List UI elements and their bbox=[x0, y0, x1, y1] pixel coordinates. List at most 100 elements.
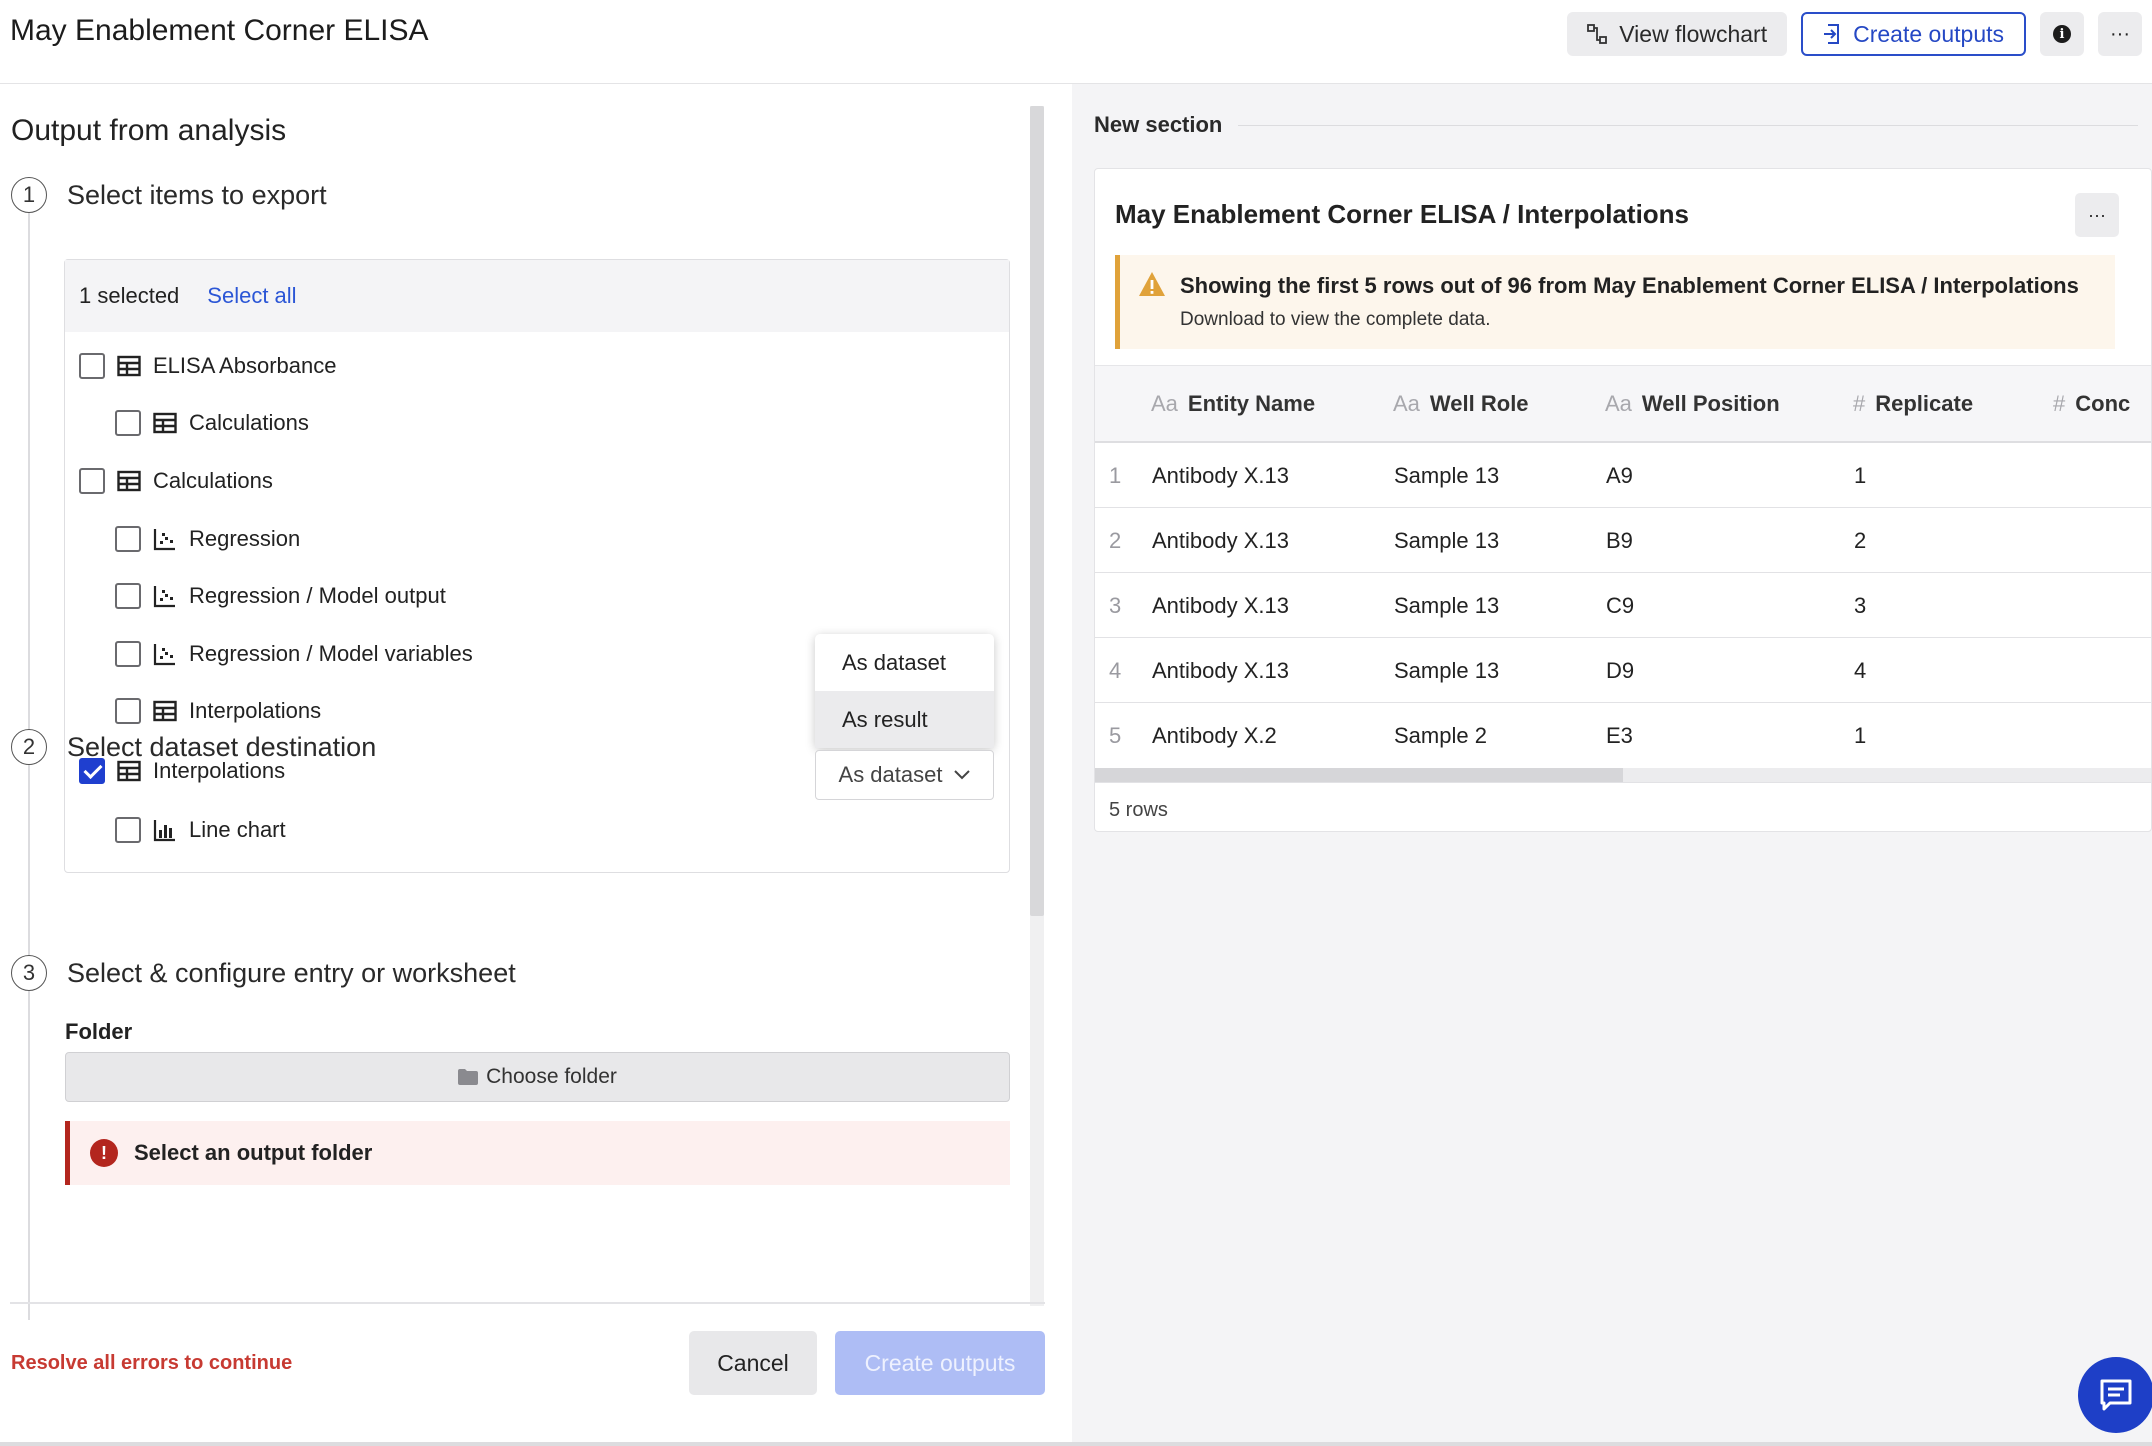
preview-panel: New section May Enablement Corner ELISA … bbox=[1072, 84, 2152, 1446]
table-row[interactable]: 4 Antibody X.13 Sample 13 D9 4 bbox=[1095, 638, 2151, 703]
select-value: As dataset bbox=[838, 762, 943, 787]
table-row[interactable]: 2 Antibody X.13 Sample 13 B9 2 bbox=[1095, 508, 2151, 573]
export-icon bbox=[1824, 24, 1840, 44]
list-item[interactable]: Regression / Model variables bbox=[115, 641, 473, 667]
column-header-replicate[interactable]: # Replicate bbox=[1853, 391, 1973, 417]
list-item[interactable]: Regression / Model output bbox=[115, 583, 446, 609]
create-outputs-top-label: Create outputs bbox=[1853, 20, 2004, 47]
view-flowchart-label: View flowchart bbox=[1619, 20, 1768, 47]
list-item[interactable]: Calculations bbox=[79, 468, 273, 494]
choose-folder-button[interactable]: Choose folder bbox=[65, 1052, 1010, 1102]
folder-error-banner: ! Select an output folder bbox=[65, 1121, 1010, 1185]
item-label: Regression bbox=[189, 526, 301, 551]
cell-well-role: Sample 13 bbox=[1394, 658, 1500, 683]
list-item[interactable]: ELISA Absorbance bbox=[79, 353, 336, 379]
checkbox[interactable] bbox=[79, 468, 105, 494]
column-label: Well Position bbox=[1641, 391, 1780, 416]
step-number: 3 bbox=[11, 955, 47, 991]
row-number: 5 bbox=[1109, 723, 1122, 748]
cell-well-position: C9 bbox=[1606, 593, 1635, 618]
step-label: Select & configure entry or worksheet bbox=[67, 957, 516, 988]
column-header-well-position[interactable]: Aa Well Position bbox=[1605, 391, 1780, 417]
table-row[interactable]: 3 Antibody X.13 Sample 13 C9 3 bbox=[1095, 573, 2151, 638]
choose-folder-label: Choose folder bbox=[486, 1065, 617, 1088]
view-flowchart-button[interactable]: View flowchart bbox=[1567, 12, 1788, 56]
menu-option-as-dataset[interactable]: As dataset bbox=[815, 634, 994, 691]
item-label: Regression / Model output bbox=[189, 583, 446, 608]
selected-count: 1 selected bbox=[79, 283, 180, 308]
top-bar: May Enablement Corner ELISA View flowcha… bbox=[0, 0, 2152, 84]
card-more-button[interactable]: ··· bbox=[2075, 193, 2119, 237]
cell-entity-name: Antibody X.13 bbox=[1152, 593, 1289, 618]
create-outputs-button[interactable]: Create outputs bbox=[835, 1331, 1045, 1395]
checkbox[interactable] bbox=[79, 353, 105, 379]
output-type-menu: As dataset As result bbox=[815, 634, 994, 748]
section-title: Output from analysis bbox=[11, 114, 287, 147]
cell-replicate: 4 bbox=[1854, 658, 1867, 683]
table-row[interactable]: 5 Antibody X.2 Sample 2 E3 1 bbox=[1095, 703, 2151, 768]
column-header-conc[interactable]: # Conc bbox=[2053, 391, 2130, 417]
table-horizontal-scrollbar[interactable] bbox=[1095, 768, 2151, 782]
cell-replicate: 1 bbox=[1854, 723, 1867, 748]
output-panel: Output from analysis 1 Select items to e… bbox=[0, 84, 1072, 1446]
data-table: Aa Entity Name Aa Well Role Aa Well Posi… bbox=[1095, 365, 2151, 831]
column-header-well-role[interactable]: Aa Well Role bbox=[1393, 391, 1529, 417]
cell-well-position: A9 bbox=[1606, 463, 1633, 488]
output-type-select[interactable]: As dataset bbox=[815, 750, 994, 800]
row-number: 1 bbox=[1109, 463, 1122, 488]
panel-scrollbar[interactable] bbox=[1030, 106, 1044, 1306]
cell-replicate: 2 bbox=[1854, 528, 1867, 553]
more-options-button[interactable]: ··· bbox=[2098, 12, 2142, 56]
cell-entity-name: Antibody X.13 bbox=[1152, 463, 1289, 488]
preview-card: May Enablement Corner ELISA / Interpolat… bbox=[1094, 168, 2152, 832]
cell-entity-name: Antibody X.2 bbox=[1152, 723, 1277, 748]
cell-well-position: E3 bbox=[1606, 723, 1633, 748]
checkbox[interactable] bbox=[115, 583, 141, 609]
row-count: 5 rows bbox=[1095, 782, 2151, 831]
flowchart-icon bbox=[1587, 24, 1608, 44]
cell-entity-name: Antibody X.13 bbox=[1152, 658, 1289, 683]
cell-entity-name: Antibody X.13 bbox=[1152, 528, 1289, 553]
info-button[interactable]: i bbox=[2040, 12, 2084, 56]
column-header-entity-name[interactable]: Aa Entity Name bbox=[1151, 391, 1315, 417]
list-item[interactable]: Line chart bbox=[115, 817, 286, 843]
cell-well-role: Sample 2 bbox=[1394, 723, 1487, 748]
select-all-link[interactable]: Select all bbox=[207, 283, 296, 309]
number-type-icon: # bbox=[1853, 391, 1866, 416]
number-type-icon: # bbox=[2053, 391, 2066, 416]
warning-subtitle: Download to view the complete data. bbox=[1180, 309, 1491, 330]
checkbox[interactable] bbox=[115, 641, 141, 667]
warning-icon bbox=[1139, 272, 1165, 296]
panel-scroll-thumb[interactable] bbox=[1030, 106, 1044, 916]
step-3: 3 Select & configure entry or worksheet bbox=[11, 955, 516, 991]
info-icon: i bbox=[2053, 25, 2071, 43]
list-item[interactable]: Interpolations bbox=[115, 698, 321, 724]
row-number: 3 bbox=[1109, 593, 1122, 618]
new-section-title: New section bbox=[1094, 112, 1223, 137]
step-number: 1 bbox=[11, 177, 47, 213]
cell-well-role: Sample 13 bbox=[1394, 463, 1500, 488]
folder-label: Folder bbox=[65, 1019, 133, 1044]
menu-option-as-result[interactable]: As result bbox=[815, 691, 994, 748]
cancel-button[interactable]: Cancel bbox=[689, 1331, 817, 1395]
chat-support-button[interactable] bbox=[2078, 1357, 2152, 1433]
list-item[interactable]: Calculations bbox=[115, 410, 309, 436]
checkbox[interactable] bbox=[115, 698, 141, 724]
create-outputs-top-button[interactable]: Create outputs bbox=[1801, 12, 2026, 56]
cell-replicate: 1 bbox=[1854, 463, 1867, 488]
section-divider bbox=[1238, 125, 2138, 126]
checkbox[interactable] bbox=[115, 817, 141, 843]
footer-divider bbox=[10, 1302, 1045, 1304]
column-label: Entity Name bbox=[1187, 391, 1316, 416]
table-icon bbox=[117, 470, 141, 492]
folder-icon bbox=[458, 1069, 479, 1085]
item-label: Line chart bbox=[189, 817, 286, 842]
checkbox[interactable] bbox=[115, 526, 141, 552]
column-label: Well Role bbox=[1429, 391, 1529, 416]
table-icon bbox=[117, 355, 141, 377]
table-scroll-thumb[interactable] bbox=[1095, 768, 1623, 782]
checkbox[interactable] bbox=[115, 410, 141, 436]
list-item[interactable]: Regression bbox=[115, 526, 300, 552]
cell-well-position: D9 bbox=[1606, 658, 1635, 683]
table-row[interactable]: 1 Antibody X.13 Sample 13 A9 1 bbox=[1095, 443, 2151, 508]
